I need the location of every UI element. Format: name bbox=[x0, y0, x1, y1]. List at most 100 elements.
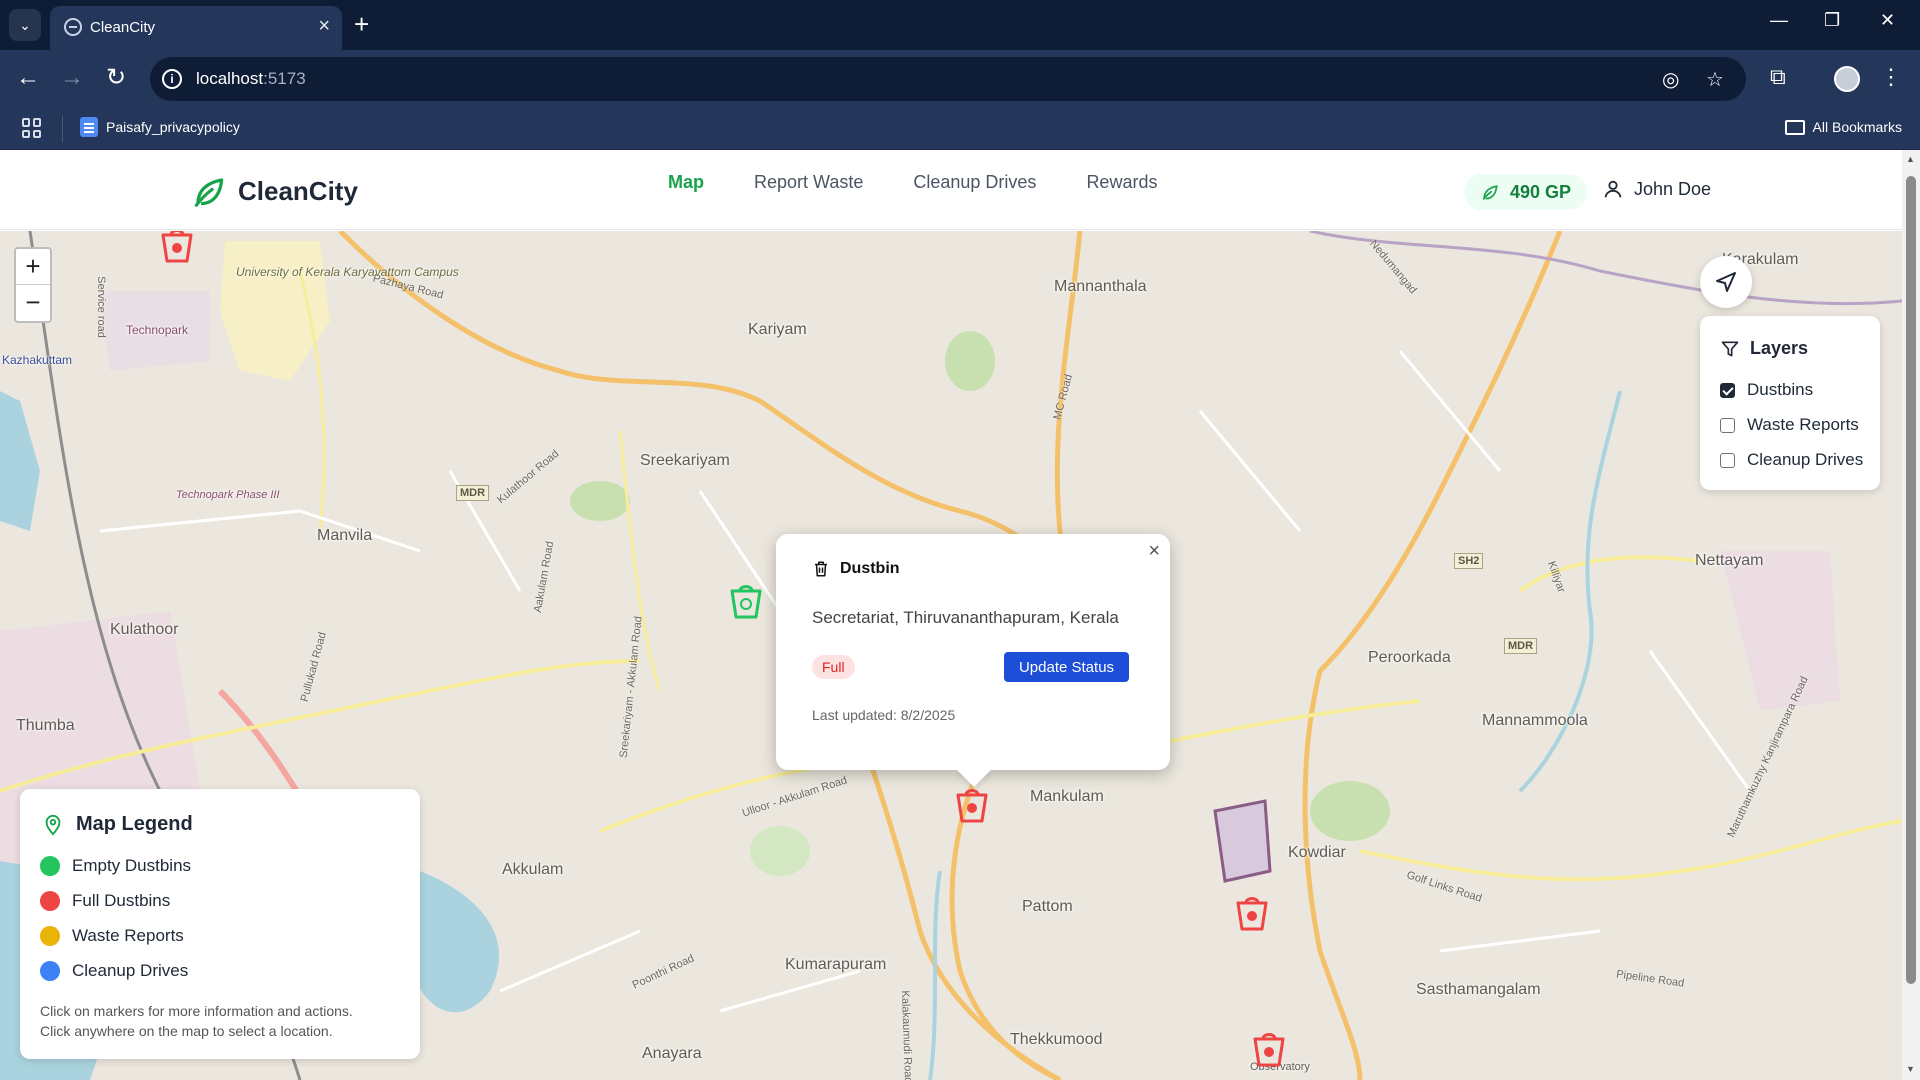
new-tab-button[interactable]: + bbox=[354, 10, 369, 38]
checkbox[interactable] bbox=[1720, 452, 1735, 468]
nav-report-waste[interactable]: Report Waste bbox=[754, 172, 863, 193]
legend-title: Map Legend bbox=[76, 813, 193, 835]
map-canvas[interactable]: University of Kerala Karyavattom Campus … bbox=[0, 231, 1902, 1080]
reload-button[interactable]: ↻ bbox=[106, 64, 126, 92]
place-label: Kumarapuram bbox=[785, 956, 887, 973]
app-header: CleanCity Map Report Waste Cleanup Drive… bbox=[0, 150, 1902, 230]
status-badge: Full bbox=[812, 655, 855, 679]
bookmark-separator bbox=[62, 116, 63, 142]
checkbox[interactable] bbox=[1720, 382, 1735, 398]
place-label: University of Kerala Karyavattom Campus bbox=[236, 265, 459, 279]
bookmark-label: Paisafy_privacypolicy bbox=[106, 119, 240, 135]
eye-off-icon[interactable]: ◎ bbox=[1662, 67, 1679, 92]
road-shield: MDR bbox=[1504, 638, 1538, 654]
legend-item: Full Dustbins bbox=[40, 891, 170, 911]
layer-toggle-waste-reports[interactable]: Waste Reports bbox=[1720, 415, 1859, 435]
dustbin-marker-full[interactable] bbox=[954, 787, 990, 825]
app-title: CleanCity bbox=[238, 175, 358, 206]
legend-note-line: Click anywhere on the map to select a lo… bbox=[40, 1023, 333, 1039]
locate-me-button[interactable] bbox=[1700, 256, 1752, 308]
minimize-icon[interactable]: — bbox=[1770, 10, 1788, 31]
legend-dot bbox=[40, 926, 60, 946]
browser-tab-bar: ⌄ CleanCity × + — ❐ ✕ bbox=[0, 0, 1920, 50]
legend-dot bbox=[40, 856, 60, 876]
url-text: localhost:5173 bbox=[196, 69, 306, 88]
place-label: Peroorkada bbox=[1368, 649, 1451, 666]
tab-search-button[interactable]: ⌄ bbox=[9, 9, 41, 41]
dustbin-marker-full[interactable] bbox=[159, 231, 195, 265]
layer-label: Cleanup Drives bbox=[1747, 450, 1864, 469]
place-label: Sreekariyam bbox=[640, 452, 730, 469]
dustbin-marker-full[interactable] bbox=[1234, 895, 1270, 933]
checkbox[interactable] bbox=[1720, 417, 1735, 433]
apps-grid-icon[interactable] bbox=[22, 118, 42, 138]
extensions-icon[interactable]: ⧉ bbox=[1770, 64, 1786, 90]
place-label: Mankulam bbox=[1030, 788, 1104, 805]
update-status-button[interactable]: Update Status bbox=[1004, 652, 1129, 682]
nav-cleanup-drives[interactable]: Cleanup Drives bbox=[913, 172, 1036, 193]
place-label: Mannanthala bbox=[1054, 278, 1147, 295]
place-label: Manvila bbox=[317, 527, 373, 544]
legend-label: Waste Reports bbox=[72, 926, 184, 945]
place-label: Technopark bbox=[126, 323, 189, 337]
popup-title: Dustbin bbox=[840, 560, 900, 577]
profile-avatar[interactable] bbox=[1834, 66, 1860, 92]
scroll-down-icon[interactable]: ▼ bbox=[1906, 1064, 1915, 1074]
leaf-icon bbox=[1482, 185, 1498, 201]
menu-icon[interactable]: ⋮ bbox=[1880, 64, 1902, 90]
zoom-in-button[interactable]: + bbox=[16, 249, 50, 285]
dustbin-marker-full[interactable] bbox=[1251, 1031, 1287, 1069]
layer-label: Waste Reports bbox=[1747, 415, 1859, 434]
bookmarks-bar: Paisafy_privacypolicy All Bookmarks bbox=[0, 108, 1920, 150]
star-icon[interactable]: ☆ bbox=[1706, 67, 1724, 92]
user-menu[interactable]: John Doe bbox=[1602, 178, 1711, 200]
scroll-thumb[interactable] bbox=[1906, 176, 1916, 984]
globe-icon bbox=[64, 18, 82, 36]
place-label: Thumba bbox=[16, 717, 75, 734]
close-window-icon[interactable]: ✕ bbox=[1880, 10, 1895, 31]
place-label: Akkulam bbox=[502, 861, 564, 878]
legend-note: Click on markers for more information an… bbox=[40, 1001, 353, 1041]
tab-title: CleanCity bbox=[90, 19, 156, 36]
dustbin-marker-empty[interactable] bbox=[728, 583, 764, 621]
site-info-icon[interactable]: i bbox=[162, 69, 182, 89]
legend-label: Full Dustbins bbox=[72, 891, 171, 910]
legend-label: Cleanup Drives bbox=[72, 961, 189, 980]
layer-label: Dustbins bbox=[1747, 380, 1814, 399]
road-shield: SH2 bbox=[1454, 553, 1484, 569]
place-label: Nettayam bbox=[1695, 552, 1764, 569]
back-button[interactable]: ← bbox=[16, 64, 40, 92]
place-label: Mannammoola bbox=[1482, 712, 1588, 729]
user-name: John Doe bbox=[1634, 178, 1712, 199]
map-legend: Map Legend Empty Dustbins Full Dustbins … bbox=[20, 789, 420, 1059]
place-label: Thekkumood bbox=[1010, 1031, 1103, 1048]
legend-dot bbox=[40, 961, 60, 981]
legend-item: Waste Reports bbox=[40, 926, 184, 946]
map-pin-icon bbox=[45, 814, 61, 836]
browser-tab[interactable]: CleanCity × bbox=[50, 6, 342, 50]
bookmark-item[interactable]: Paisafy_privacypolicy bbox=[80, 117, 240, 137]
layer-toggle-cleanup-drives[interactable]: Cleanup Drives bbox=[1720, 450, 1863, 470]
forward-button[interactable]: → bbox=[60, 64, 84, 92]
zoom-out-button[interactable]: − bbox=[16, 285, 50, 321]
restore-icon[interactable]: ❐ bbox=[1824, 10, 1840, 31]
page-scrollbar[interactable]: ▲ ▼ bbox=[1902, 150, 1920, 1080]
nav-map[interactable]: Map bbox=[668, 172, 704, 193]
popup-close-button[interactable]: × bbox=[1148, 540, 1160, 563]
all-bookmarks-button[interactable]: All Bookmarks bbox=[1784, 119, 1902, 135]
place-label: Sasthamangalam bbox=[1416, 981, 1541, 998]
layer-toggle-dustbins[interactable]: Dustbins bbox=[1720, 380, 1813, 400]
place-label: Kowdiar bbox=[1288, 844, 1346, 861]
nav-rewards[interactable]: Rewards bbox=[1086, 172, 1157, 193]
scroll-up-icon[interactable]: ▲ bbox=[1906, 154, 1915, 164]
last-updated-text: Last updated: 8/2/2025 bbox=[812, 707, 956, 723]
app-logo[interactable]: CleanCity bbox=[190, 172, 358, 210]
popup-address: Secretariat, Thiruvananthapuram, Kerala bbox=[812, 608, 1119, 627]
address-bar[interactable]: i localhost:5173 ◎ ☆ bbox=[150, 57, 1746, 101]
place-label: Anayara bbox=[642, 1045, 702, 1062]
tab-close-icon[interactable]: × bbox=[318, 15, 330, 38]
green-points-badge[interactable]: 490 GP bbox=[1464, 174, 1588, 210]
folder-icon bbox=[1784, 119, 1805, 135]
leaf-icon bbox=[194, 178, 224, 207]
legend-note-line: Click on markers for more information an… bbox=[40, 1003, 353, 1019]
